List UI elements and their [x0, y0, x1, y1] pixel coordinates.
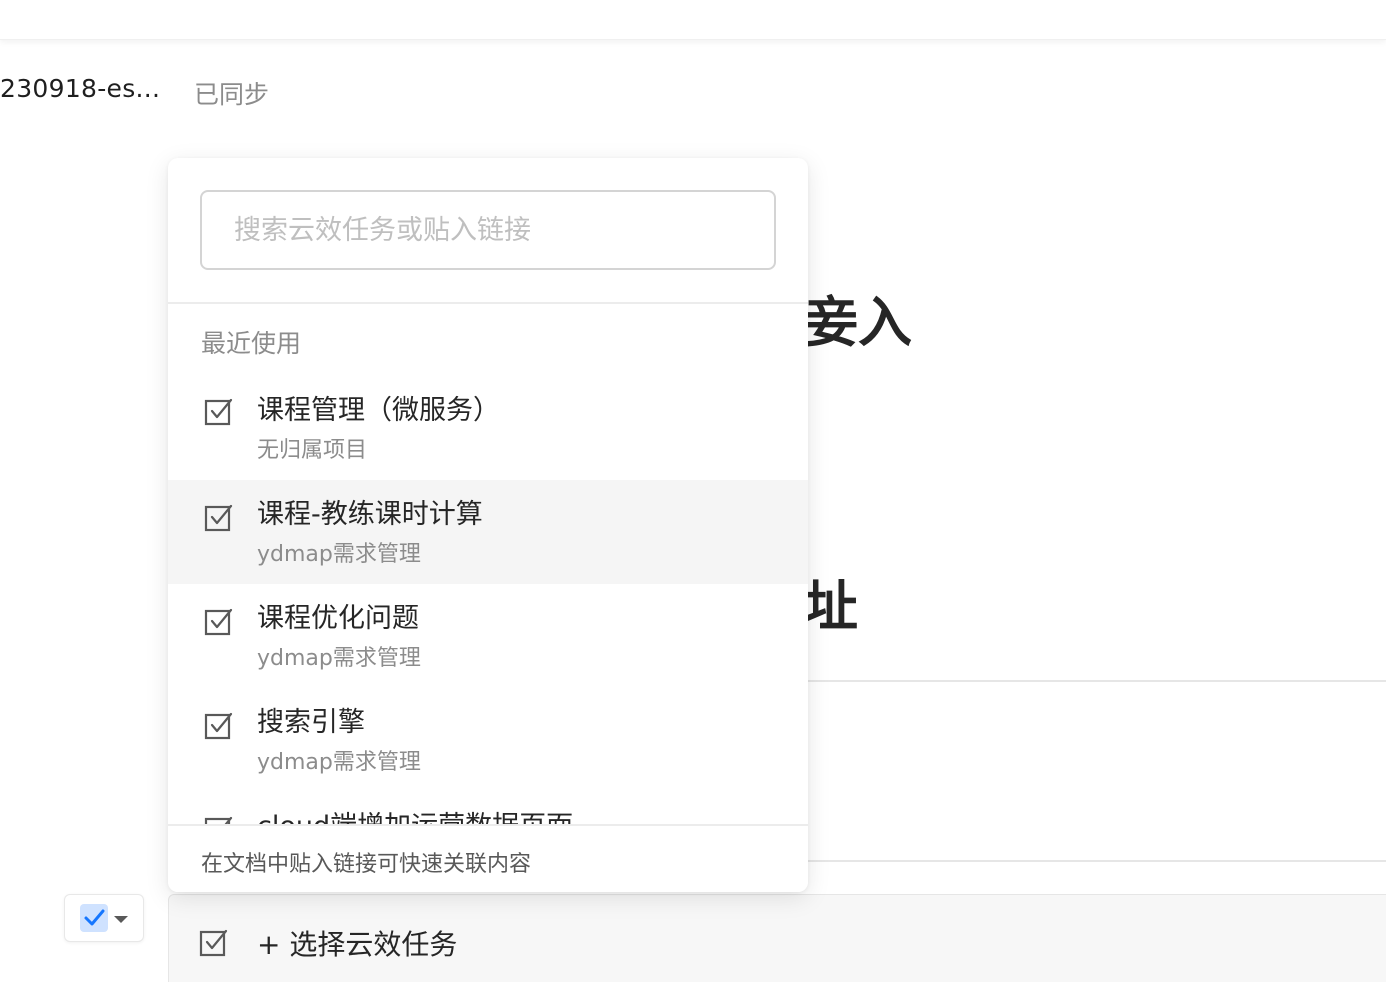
- task-list: 课程管理（微服务） 无归属项目 课程-教练课时计算 ydmap需求管理 课程优化…: [168, 376, 808, 824]
- task-checkbox-icon: [204, 606, 234, 640]
- task-check-icon: [80, 904, 108, 932]
- top-bar: [0, 0, 1386, 40]
- task-project: ydmap需求管理: [257, 750, 421, 775]
- divider: [804, 680, 1386, 682]
- task-block[interactable]: + 选择云效任务: [168, 894, 1386, 982]
- task-checkbox-icon: [199, 927, 229, 961]
- task-list-item[interactable]: cloud端增加运营数据页面: [168, 792, 808, 824]
- task-project: 无归属项目: [257, 438, 368, 463]
- task-list-item[interactable]: 搜索引擎 ydmap需求管理: [168, 688, 808, 792]
- divider: [804, 860, 1386, 862]
- task-title: cloud端增加运营数据页面: [257, 804, 573, 824]
- select-task-button[interactable]: + 选择云效任务: [257, 923, 457, 963]
- task-title: 课程优化问题: [257, 603, 419, 634]
- task-list-item[interactable]: 课程优化问题 ydmap需求管理: [168, 584, 808, 688]
- document-name[interactable]: 230918-es...: [0, 74, 160, 103]
- footer-hint: 在文档中贴入链接可快速关联内容: [201, 852, 532, 877]
- document-heading-fragment: 妾入: [804, 291, 912, 354]
- section-title-recent: 最近使用: [201, 329, 302, 358]
- sync-status: 已同步: [194, 80, 270, 109]
- document-heading-fragment: 址: [804, 575, 858, 638]
- popover-footer: 在文档中贴入链接可快速关联内容: [168, 824, 808, 892]
- task-checkbox-icon: [204, 396, 234, 430]
- task-picker-popover: 最近使用 课程管理（微服务） 无归属项目 课程-教练课时计算 ydmap需求管理…: [168, 158, 808, 892]
- task-checkbox-icon: [204, 814, 234, 824]
- task-title: 课程管理（微服务）: [257, 395, 500, 426]
- task-checkbox-icon: [204, 710, 234, 744]
- chevron-down-icon: [114, 915, 128, 923]
- task-list-item[interactable]: 课程管理（微服务） 无归属项目: [168, 376, 808, 480]
- search-area: [168, 158, 808, 304]
- search-input[interactable]: [200, 190, 776, 270]
- block-type-button[interactable]: [64, 894, 144, 942]
- task-title: 课程-教练课时计算: [257, 499, 483, 530]
- task-list-item[interactable]: 课程-教练课时计算 ydmap需求管理: [168, 480, 808, 584]
- task-project: ydmap需求管理: [257, 542, 421, 567]
- task-project: ydmap需求管理: [257, 646, 421, 671]
- task-checkbox-icon: [204, 502, 234, 536]
- task-title: 搜索引擎: [257, 707, 365, 738]
